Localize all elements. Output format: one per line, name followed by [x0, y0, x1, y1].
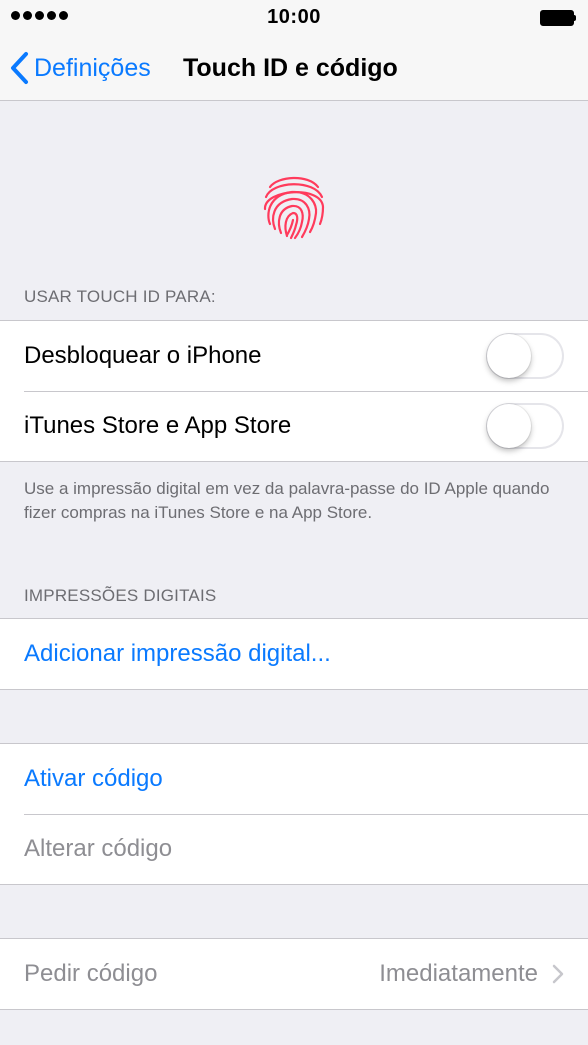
- unlock-iphone-row: Desbloquear o iPhone: [0, 321, 588, 391]
- change-passcode-button: Alterar código: [0, 814, 588, 884]
- itunes-app-store-row: iTunes Store e App Store: [0, 391, 588, 461]
- require-passcode-label: Pedir código: [24, 960, 158, 987]
- status-bar: 10:00: [0, 0, 588, 36]
- battery-icon: [540, 10, 576, 26]
- fingerprints-section-header: IMPRESSÕES DIGITAIS: [24, 586, 217, 605]
- unlock-iphone-toggle[interactable]: [486, 333, 564, 379]
- back-button[interactable]: Definições: [8, 46, 151, 90]
- touch-id-section-header: USAR TOUCH ID PARA:: [24, 287, 216, 306]
- itunes-app-store-label: iTunes Store e App Store: [24, 412, 292, 439]
- unlock-iphone-label: Desbloquear o iPhone: [24, 342, 262, 369]
- enable-passcode-label: Ativar código: [24, 765, 163, 792]
- fingerprints-group: Adicionar impressão digital...: [0, 618, 588, 690]
- add-fingerprint-button[interactable]: Adicionar impressão digital...: [0, 619, 588, 689]
- touch-id-section-footer: Use a impressão digital em vez da palavr…: [24, 479, 550, 522]
- passcode-group: Ativar código Alterar código: [0, 743, 588, 885]
- change-passcode-label: Alterar código: [24, 835, 173, 862]
- enable-passcode-button[interactable]: Ativar código: [0, 744, 588, 814]
- add-fingerprint-label: Adicionar impressão digital...: [24, 640, 331, 667]
- require-passcode-value: Imediatamente: [379, 960, 538, 987]
- navigation-bar: Definições Touch ID e código: [0, 36, 588, 101]
- itunes-app-store-toggle[interactable]: [486, 403, 564, 449]
- chevron-right-icon: [552, 964, 564, 984]
- page-title: Touch ID e código: [183, 54, 398, 82]
- status-time: 10:00: [267, 6, 321, 28]
- chevron-left-icon: [11, 52, 28, 84]
- require-passcode-group: Pedir código Imediatamente: [0, 938, 588, 1010]
- fingerprint-icon: [263, 176, 325, 240]
- back-button-label: Definições: [34, 53, 151, 82]
- require-passcode-row[interactable]: Pedir código Imediatamente: [0, 939, 588, 1009]
- touch-id-group: Desbloquear o iPhone iTunes Store e App …: [0, 320, 588, 462]
